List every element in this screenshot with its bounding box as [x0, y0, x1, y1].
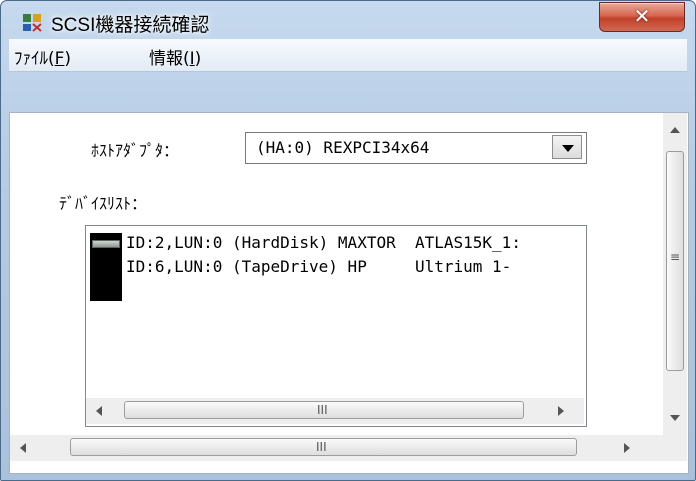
- close-icon: ✕: [633, 4, 651, 28]
- dropdown-button[interactable]: [552, 135, 582, 159]
- list-item[interactable]: ID:6,LUN:0 (TapeDrive) HP Ultrium 1-: [86, 255, 586, 301]
- grip-icon: III: [316, 440, 327, 454]
- device-listbox[interactable]: ID:2,LUN:0 (HardDisk) MAXTOR ATLAS15K_1:…: [85, 225, 587, 427]
- scroll-up-icon[interactable]: [670, 127, 680, 133]
- scroll-left-icon[interactable]: [96, 406, 102, 416]
- host-adapter-select[interactable]: (HA:0) REXPCI34x64: [245, 132, 587, 164]
- menu-info[interactable]: 情報(I): [149, 44, 201, 69]
- window-horizontal-scrollbar[interactable]: III: [10, 435, 687, 461]
- chevron-down-icon: [562, 145, 574, 152]
- tape-drive-icon: [90, 255, 122, 301]
- menu-file-mnemonic: F: [54, 49, 65, 69]
- hard-disk-icon: [90, 233, 122, 255]
- list-horizontal-scrollbar[interactable]: III: [86, 398, 584, 424]
- host-adapter-label: ﾎｽﾄｱﾀﾞﾌﾟﾀ：: [91, 141, 180, 160]
- menu-file-label: ﾌｧｲﾙ(: [14, 49, 55, 69]
- menu-info-label: 情報(: [149, 49, 190, 69]
- list-hscroll-thumb[interactable]: III: [124, 401, 524, 419]
- title-bar[interactable]: SCSI機器接続確認 ✕: [1, 1, 695, 39]
- scroll-right-icon[interactable]: [558, 406, 564, 416]
- main-window: SCSI機器接続確認 ✕ ﾌｧｲﾙ(F) 情報(I) ﾎｽﾄｱﾀﾞﾌﾟﾀ： (H…: [0, 0, 696, 481]
- window-vertical-scrollbar[interactable]: ≡: [663, 113, 687, 435]
- window-title: SCSI機器接続確認: [51, 15, 210, 36]
- list-item[interactable]: ID:2,LUN:0 (HardDisk) MAXTOR ATLAS15K_1:: [86, 231, 586, 255]
- hard-disk-drive-shape: [92, 240, 120, 248]
- window-vscroll-thumb[interactable]: ≡: [666, 151, 684, 371]
- device-item-text: ID:2,LUN:0 (HardDisk) MAXTOR ATLAS15K_1:: [126, 233, 521, 252]
- grip-icon: III: [317, 403, 328, 417]
- scroll-down-icon[interactable]: [670, 415, 680, 421]
- menu-file[interactable]: ﾌｧｲﾙ(F): [14, 44, 71, 69]
- host-adapter-value: (HA:0) REXPCI34x64: [256, 138, 430, 157]
- menu-bar: ﾌｧｲﾙ(F) 情報(I): [9, 39, 687, 72]
- device-list-label: ﾃﾞﾊﾞｲｽﾘｽﾄ：: [59, 194, 148, 213]
- scroll-left-icon[interactable]: [20, 443, 26, 453]
- menu-info-close: ): [194, 49, 202, 69]
- close-button[interactable]: ✕: [599, 2, 685, 32]
- window-hscroll-thumb[interactable]: III: [70, 438, 577, 456]
- scroll-right-icon[interactable]: [624, 443, 630, 453]
- app-icon: [23, 14, 42, 32]
- grip-icon: ≡: [670, 250, 681, 264]
- menu-file-close: ): [64, 49, 72, 69]
- device-item-text: ID:6,LUN:0 (TapeDrive) HP Ultrium 1-: [126, 257, 512, 276]
